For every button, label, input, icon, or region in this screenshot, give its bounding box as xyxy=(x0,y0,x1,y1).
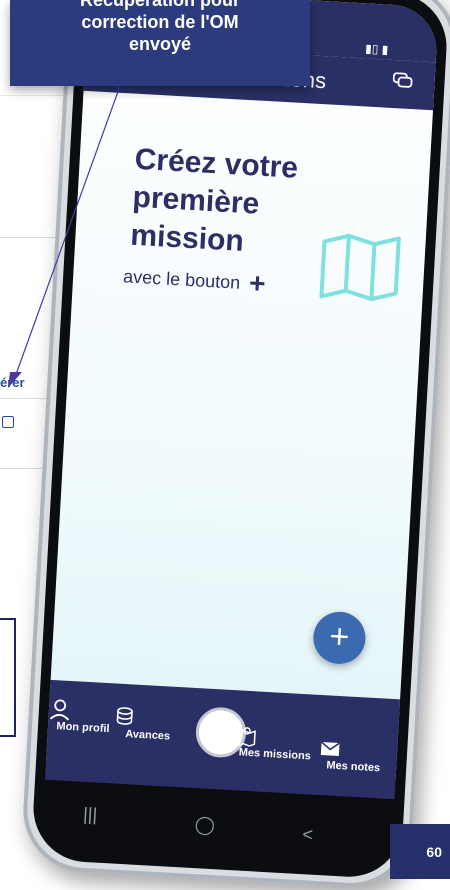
callout-line: Récupération pour xyxy=(79,0,240,10)
page-number: 60 xyxy=(390,824,450,879)
callout-line: envoyé xyxy=(128,34,192,54)
annotation-callout: Récupération pour correction de l'OM env… xyxy=(10,0,310,86)
callout-pointer xyxy=(8,85,121,388)
callout-line: correction de l'OM xyxy=(81,12,239,32)
